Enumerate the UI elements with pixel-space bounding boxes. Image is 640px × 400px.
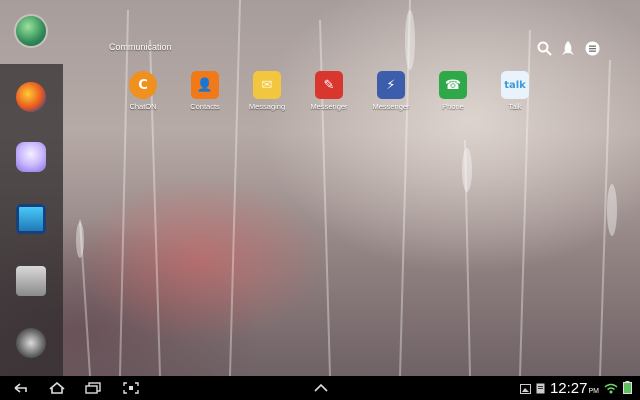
system-navbar: 12:27PM [0, 376, 640, 400]
app-grid: C ChatON 👤 Contacts ✉ Messaging ✎ Messen… [112, 71, 546, 111]
app-talk[interactable]: talk Talk [484, 71, 546, 111]
home-icon[interactable] [46, 380, 68, 396]
firefox-icon[interactable] [16, 82, 46, 112]
clock: 12:27PM [549, 379, 599, 397]
document-notification-icon [536, 379, 545, 398]
menu-icon[interactable] [584, 40, 600, 56]
app-fb-messenger[interactable]: ⚡ Messenger [360, 71, 422, 111]
messenger-icon: ✎ [315, 71, 343, 99]
app-phone[interactable]: ☎ Phone [422, 71, 484, 111]
dock-phone-icon[interactable] [16, 16, 46, 46]
screenshot-icon[interactable] [120, 380, 142, 396]
app-chaton[interactable]: C ChatON [112, 71, 174, 111]
home-actions [536, 40, 600, 56]
back-icon[interactable] [10, 380, 32, 396]
calculator-icon[interactable] [16, 266, 46, 296]
app-messenger[interactable]: ✎ Messenger [298, 71, 360, 111]
gear-icon[interactable] [16, 328, 46, 358]
recent-apps-icon[interactable] [82, 380, 104, 396]
contacts-icon: 👤 [191, 71, 219, 99]
app-dock [0, 64, 63, 376]
app-label: Contacts [190, 102, 220, 111]
app-messaging[interactable]: ✉ Messaging [236, 71, 298, 111]
app-contacts[interactable]: 👤 Contacts [174, 71, 236, 111]
gallery-notification-icon [519, 379, 531, 398]
app-label: Messenger [310, 102, 348, 111]
app-label: Talk [508, 102, 522, 111]
phone-icon: ☎ [439, 71, 467, 99]
gamepad-icon[interactable] [16, 142, 46, 172]
app-label: Phone [442, 102, 464, 111]
chevron-up-icon[interactable] [310, 380, 332, 396]
app-label: Messenger [372, 102, 410, 111]
talk-icon: talk [501, 71, 529, 99]
folder-title: Communication [109, 42, 172, 52]
screen-icon[interactable] [16, 204, 46, 234]
rocket-icon[interactable] [560, 40, 576, 56]
wifi-icon [604, 379, 618, 398]
fb-messenger-icon: ⚡ [377, 71, 405, 99]
search-icon[interactable] [536, 40, 552, 56]
battery-icon [623, 379, 632, 398]
app-label: ChatON [129, 102, 157, 111]
wallpaper [0, 0, 640, 376]
app-label: Messaging [248, 102, 286, 111]
chaton-icon: C [129, 71, 157, 99]
status-area[interactable]: 12:27PM [519, 379, 632, 398]
messaging-icon: ✉ [253, 71, 281, 99]
